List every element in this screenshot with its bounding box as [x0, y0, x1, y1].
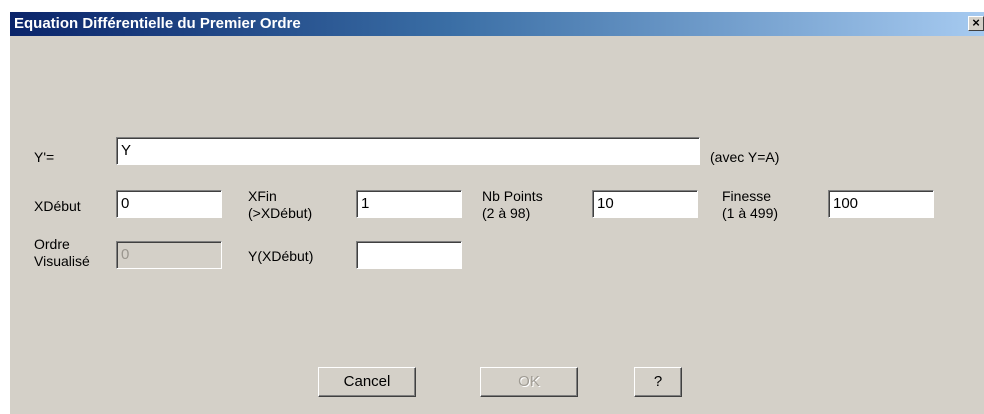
ordre-input: 0 [116, 241, 222, 269]
xfin-label-line1: XFin [248, 188, 277, 204]
close-icon: × [972, 15, 980, 30]
nbpoints-label-line2: (2 à 98) [482, 205, 531, 221]
cancel-button[interactable]: Cancel [318, 367, 416, 397]
equation-label: Y'= [34, 149, 55, 165]
equation-input[interactable]: Y [116, 137, 700, 165]
xfin-input[interactable]: 1 [356, 190, 462, 218]
nbpoints-input[interactable]: 10 [592, 190, 698, 218]
window-title: Equation Différentielle du Premier Ordre [14, 15, 301, 32]
yxdebut-label: Y(XDébut) [248, 248, 314, 264]
finesse-input[interactable]: 100 [828, 190, 934, 218]
dialog-window: Equation Différentielle du Premier Ordre… [10, 12, 984, 414]
ordre-label-line2: Visualisé [34, 253, 90, 269]
help-button[interactable]: ? [634, 367, 682, 397]
finesse-label-line2: (1 à 499) [722, 205, 779, 221]
xdebut-input[interactable]: 0 [116, 190, 222, 218]
xfin-label-line2: (>XDébut) [248, 205, 313, 221]
title-bar[interactable]: Equation Différentielle du Premier Ordre… [10, 12, 984, 36]
yxdebut-input[interactable] [356, 241, 462, 269]
equation-hint: (avec Y=A) [710, 149, 780, 165]
ordre-label-line1: Ordre [34, 236, 70, 252]
nbpoints-label-line1: Nb Points [482, 188, 543, 204]
finesse-label-line1: Finesse [722, 188, 772, 204]
xdebut-label: XDébut [34, 198, 81, 214]
close-button[interactable]: × [968, 16, 984, 31]
ok-button[interactable]: OK [480, 367, 578, 397]
